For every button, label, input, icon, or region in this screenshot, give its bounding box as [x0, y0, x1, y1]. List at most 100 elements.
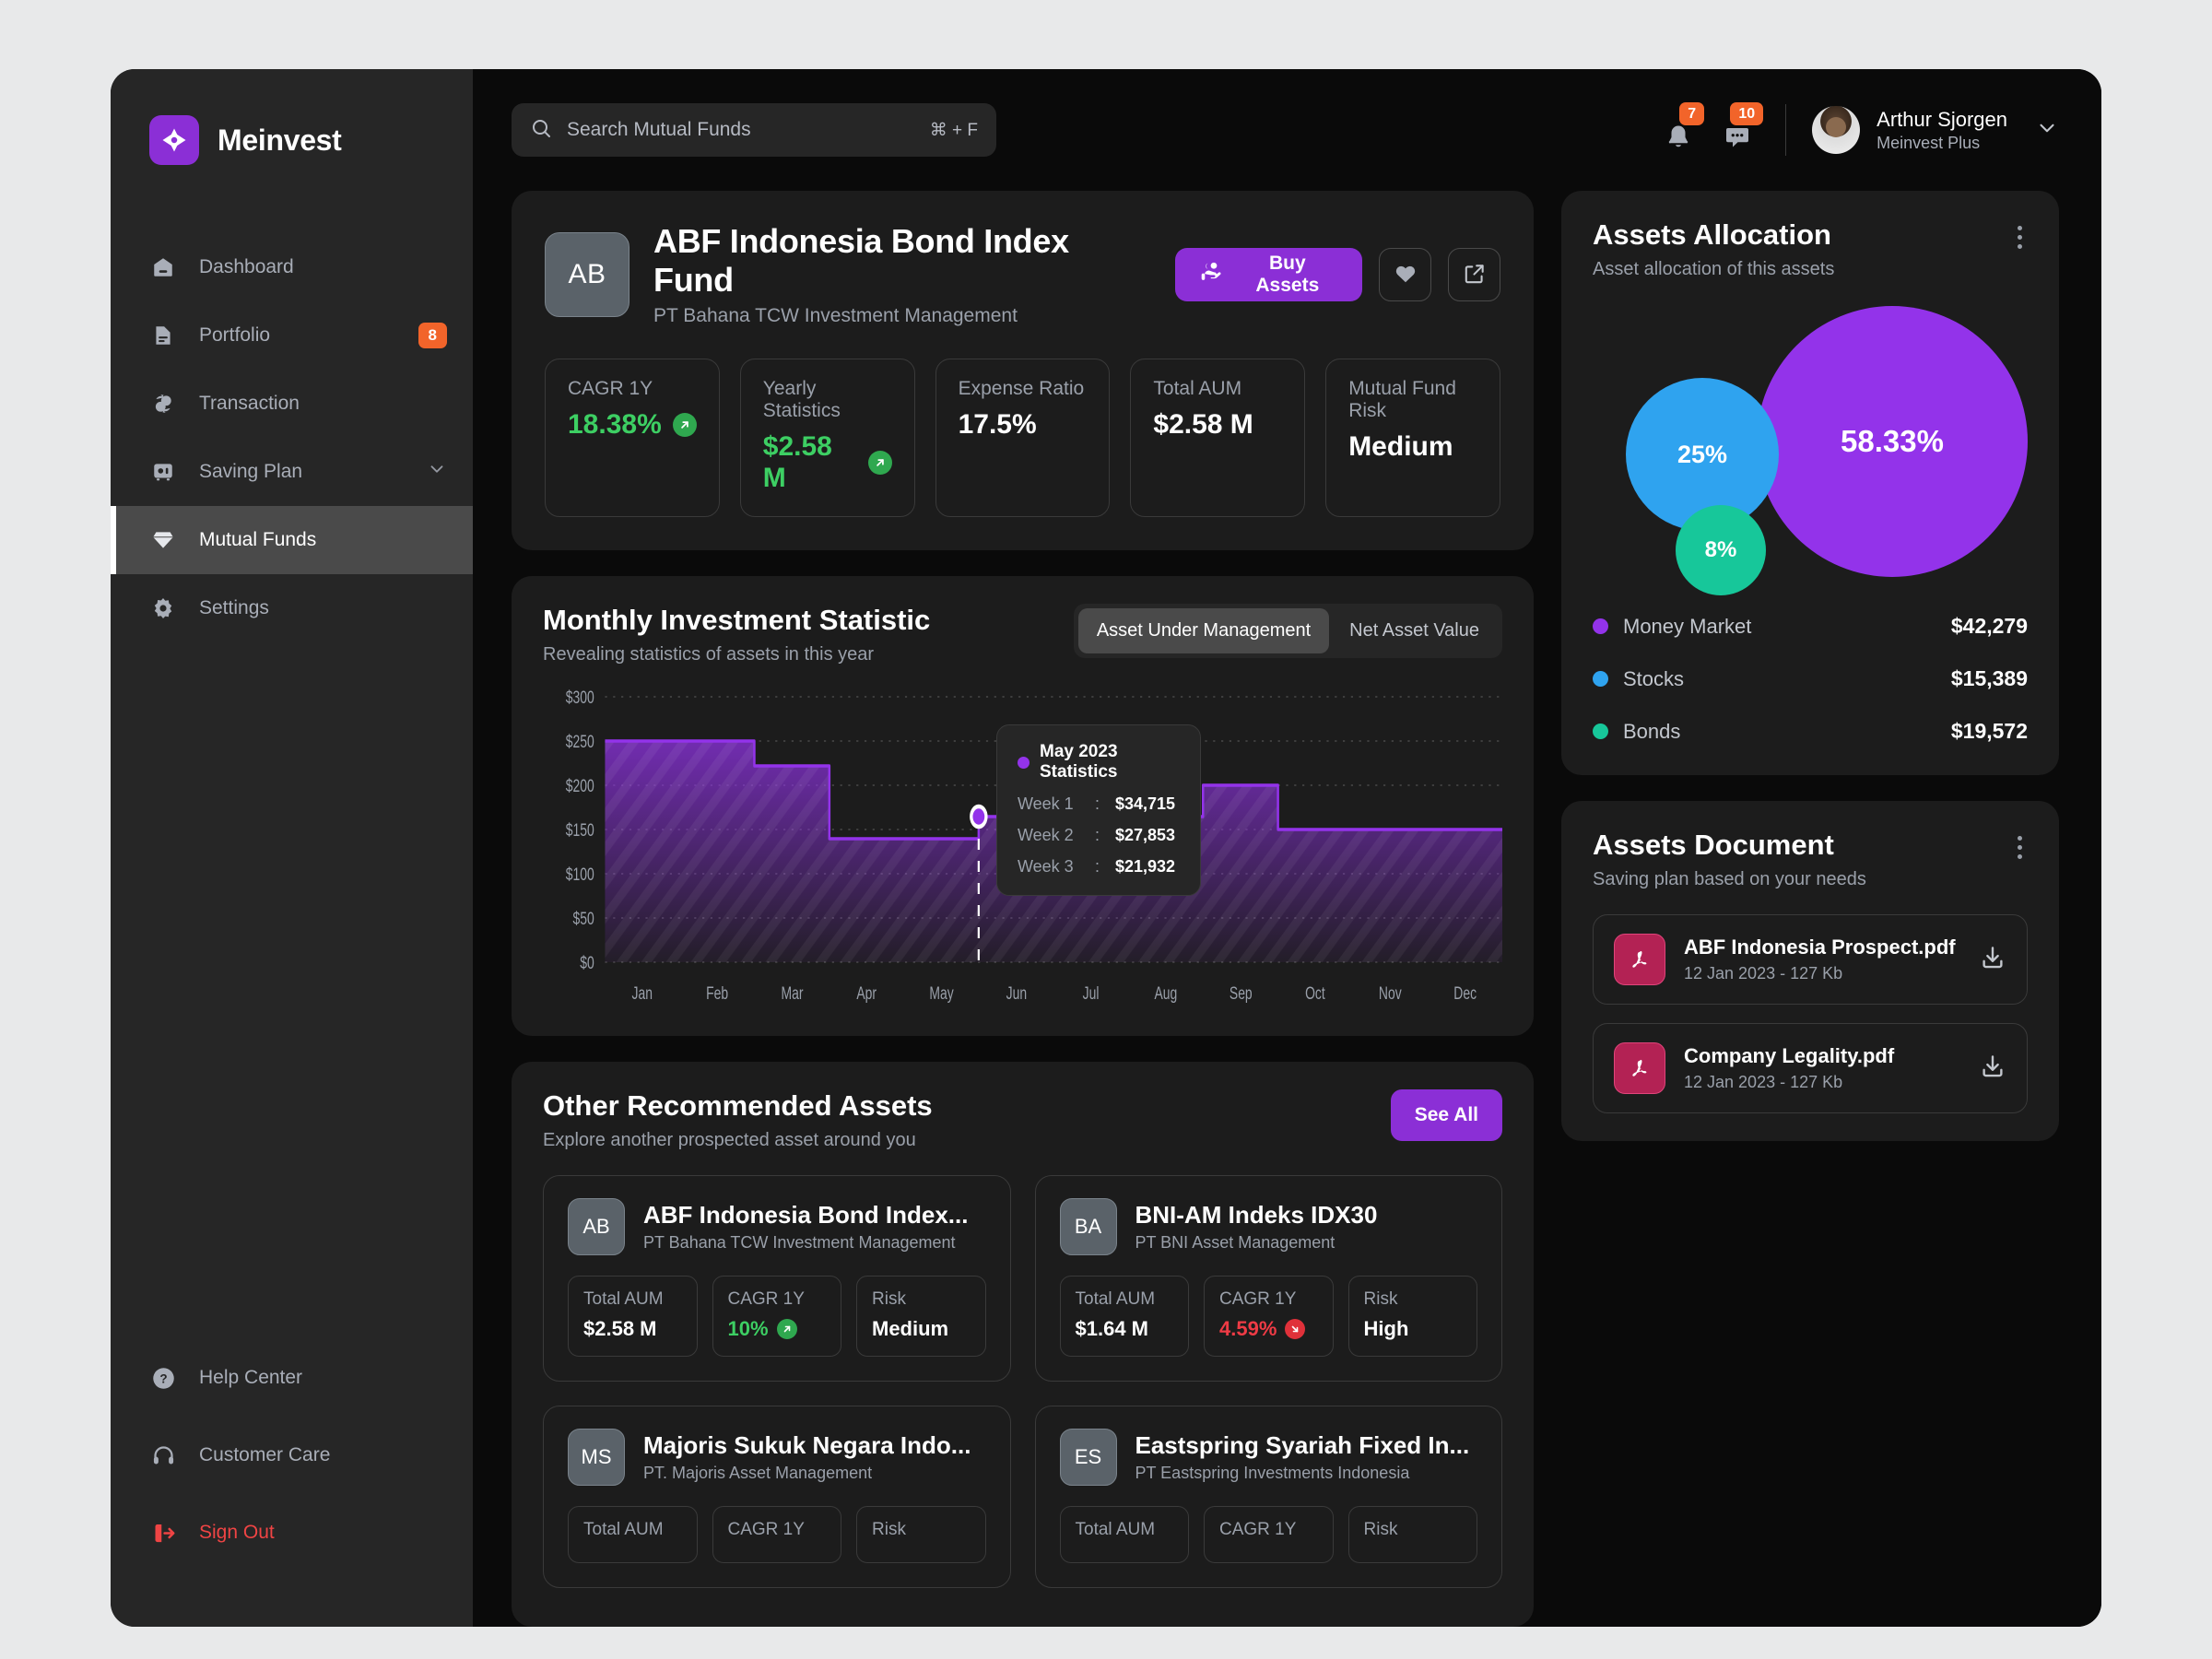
favorite-button[interactable]: [1379, 248, 1432, 301]
stat-label: Risk: [1363, 1289, 1398, 1309]
tooltip-key: Week 1: [1018, 794, 1074, 813]
chart-x-ticks: Jan Feb Mar Apr May Jun Jul Aug Sep Oct: [632, 983, 1477, 1004]
svg-text:Sep: Sep: [1230, 983, 1253, 1004]
svg-text:May: May: [929, 983, 954, 1004]
recommended-item-stats: Total AUM $1.64 M CAGR 1Y 4.59% Risk Hig…: [1059, 1276, 1477, 1357]
tooltip-value: $27,853: [1115, 826, 1176, 844]
message-count-badge: 10: [1730, 102, 1764, 126]
assets-allocation-card: Assets Allocation Asset allocation of th…: [1561, 191, 2059, 775]
stat-value: $2.58 M: [583, 1317, 657, 1340]
chevron-down-icon[interactable]: [2035, 116, 2059, 145]
search-bar[interactable]: ⌘ + F: [512, 103, 996, 157]
stat-label: Total AUM: [1075, 1289, 1156, 1309]
share-button[interactable]: [1448, 248, 1500, 301]
app-window: Meinvest Dashboard Portfolio 8 Transacti…: [111, 69, 2101, 1627]
messages-button[interactable]: 10: [1708, 102, 1767, 156]
legend-dot-icon: [1593, 671, 1608, 687]
sidebar-item-help-center[interactable]: ? Help Center: [111, 1339, 473, 1417]
svg-text:$300: $300: [566, 689, 594, 708]
stat-label: Total AUM: [1153, 378, 1242, 399]
recommended-title: Other Recommended Assets: [543, 1089, 933, 1122]
tooltip-title: May 2023 Statistics: [1040, 742, 1118, 782]
tooltip-row: Week 3 : $21,932: [1018, 857, 1180, 877]
download-icon[interactable]: [1979, 944, 2006, 976]
sidebar-item-settings[interactable]: Settings: [111, 574, 473, 642]
heart-icon: [1394, 262, 1418, 288]
notifications-button[interactable]: 7: [1649, 102, 1708, 156]
allocation-title: Assets Allocation: [1593, 218, 1831, 251]
stat-risk: Risk Medium: [856, 1276, 986, 1357]
sidebar-item-saving-plan[interactable]: Saving Plan: [111, 438, 473, 506]
trend-down-icon: [1285, 1319, 1306, 1339]
document-item[interactable]: Company Legality.pdf 12 Jan 2023 - 127 K…: [1593, 1023, 2028, 1113]
svg-text:Mar: Mar: [782, 983, 804, 1004]
svg-text:Nov: Nov: [1379, 983, 1402, 1004]
stat-risk: Risk: [1347, 1506, 1477, 1563]
chevron-down-icon[interactable]: [427, 459, 447, 485]
legend-row: Bonds $19,572: [1593, 719, 2028, 744]
buy-assets-button[interactable]: Buy Assets: [1174, 248, 1363, 301]
kebab-menu-icon[interactable]: [2012, 829, 2028, 866]
stat-value: 10%: [727, 1317, 769, 1340]
fund-avatar: MS: [568, 1429, 625, 1486]
fund-avatar: BA: [1059, 1198, 1117, 1255]
documents-header: Assets Document Saving plan based on you…: [1593, 829, 2028, 890]
stat-label: Risk: [1363, 1520, 1398, 1539]
stat-mutual-fund-risk: Mutual Fund Risk Medium: [1325, 359, 1500, 517]
brand-name: Meinvest: [218, 123, 342, 157]
legend-label: Money Market: [1623, 614, 1752, 638]
topbar: ⌘ + F 7 10: [473, 69, 2101, 191]
sidebar-item-dashboard[interactable]: Dashboard: [111, 233, 473, 301]
stat-label: Mutual Fund Risk: [1348, 378, 1456, 421]
stat-risk: Risk High: [1347, 1276, 1477, 1357]
chart-plot[interactable]: $300 $250 $200 $150 $100 $50 $0 Jan Feb …: [543, 689, 1502, 1014]
stat-label: Total AUM: [1075, 1520, 1156, 1539]
kebab-menu-icon[interactable]: [2012, 218, 2028, 256]
tab-asset-under-management[interactable]: Asset Under Management: [1077, 608, 1330, 653]
sidebar-item-mutual-funds[interactable]: Mutual Funds: [111, 506, 473, 574]
legend-value: $15,389: [1950, 666, 2028, 690]
sidebar-item-portfolio[interactable]: Portfolio 8: [111, 301, 473, 370]
recommended-item-identity: BNI-AM Indeks IDX30 PT BNI Asset Managem…: [1135, 1201, 1378, 1253]
sidebar-item-customer-care[interactable]: Customer Care: [111, 1417, 473, 1494]
recommended-item[interactable]: MS Majoris Sukuk Negara Indo... PT. Majo…: [543, 1406, 1011, 1588]
recommended-item[interactable]: ES Eastspring Syariah Fixed In... PT Eas…: [1034, 1406, 1502, 1588]
download-icon[interactable]: [1979, 1053, 2006, 1085]
stat-value: $2.58 M: [1153, 409, 1253, 440]
svg-text:Feb: Feb: [706, 983, 728, 1004]
stat-value: Medium: [872, 1317, 949, 1340]
user-menu[interactable]: Arthur Sjorgen Meinvest Plus: [1812, 106, 2059, 154]
fund-avatar: AB: [568, 1198, 625, 1255]
sidebar-item-transaction[interactable]: Transaction: [111, 370, 473, 438]
content: AB ABF Indonesia Bond Index Fund PT Baha…: [473, 191, 2101, 1627]
fund-name: Majoris Sukuk Negara Indo...: [643, 1431, 971, 1459]
tooltip-value: $34,715: [1115, 794, 1176, 813]
question-circle-icon: ?: [149, 1364, 177, 1392]
recommended-item[interactable]: AB ABF Indonesia Bond Index... PT Bahana…: [543, 1175, 1011, 1382]
sidebar-item-label: Saving Plan: [199, 461, 303, 482]
fund-name: Eastspring Syariah Fixed In...: [1135, 1431, 1470, 1459]
recommended-item[interactable]: BA BNI-AM Indeks IDX30 PT BNI Asset Mana…: [1034, 1175, 1502, 1382]
page-title: ABF Indonesia Bond Index Fund: [653, 222, 1069, 299]
document-item[interactable]: ABF Indonesia Prospect.pdf 12 Jan 2023 -…: [1593, 914, 2028, 1005]
legend-row: Stocks $15,389: [1593, 666, 2028, 691]
svg-text:Aug: Aug: [1155, 983, 1178, 1004]
chart-tabs: Asset Under Management Net Asset Value: [1073, 604, 1502, 658]
svg-text:Oct: Oct: [1305, 983, 1325, 1004]
stat-yearly-statistics: Yearly Statistics $2.58 M: [739, 359, 915, 517]
fund-identity: ABF Indonesia Bond Index Fund PT Bahana …: [653, 222, 1151, 327]
recommended-item-header: MS Majoris Sukuk Negara Indo... PT. Majo…: [568, 1429, 986, 1486]
user-name: Arthur Sjorgen: [1877, 108, 2007, 131]
see-all-button[interactable]: See All: [1390, 1089, 1502, 1141]
tab-net-asset-value[interactable]: Net Asset Value: [1331, 608, 1498, 653]
documents-title: Assets Document: [1593, 829, 1834, 861]
document-meta: 12 Jan 2023 - 127 Kb: [1684, 964, 1843, 982]
search-input[interactable]: [567, 119, 915, 141]
recommended-item-header: BA BNI-AM Indeks IDX30 PT BNI Asset Mana…: [1059, 1198, 1478, 1255]
recommended-item-header: ES Eastspring Syariah Fixed In... PT Eas…: [1059, 1429, 1478, 1486]
sidebar-item-sign-out[interactable]: Sign Out: [111, 1494, 473, 1571]
recommended-subtitle: Explore another prospected asset around …: [543, 1130, 916, 1150]
sidebar-item-label: Customer Care: [199, 1444, 331, 1465]
allocation-header: Assets Allocation Asset allocation of th…: [1593, 218, 2028, 280]
stat-value-wrap: $2.58 M: [763, 431, 892, 494]
